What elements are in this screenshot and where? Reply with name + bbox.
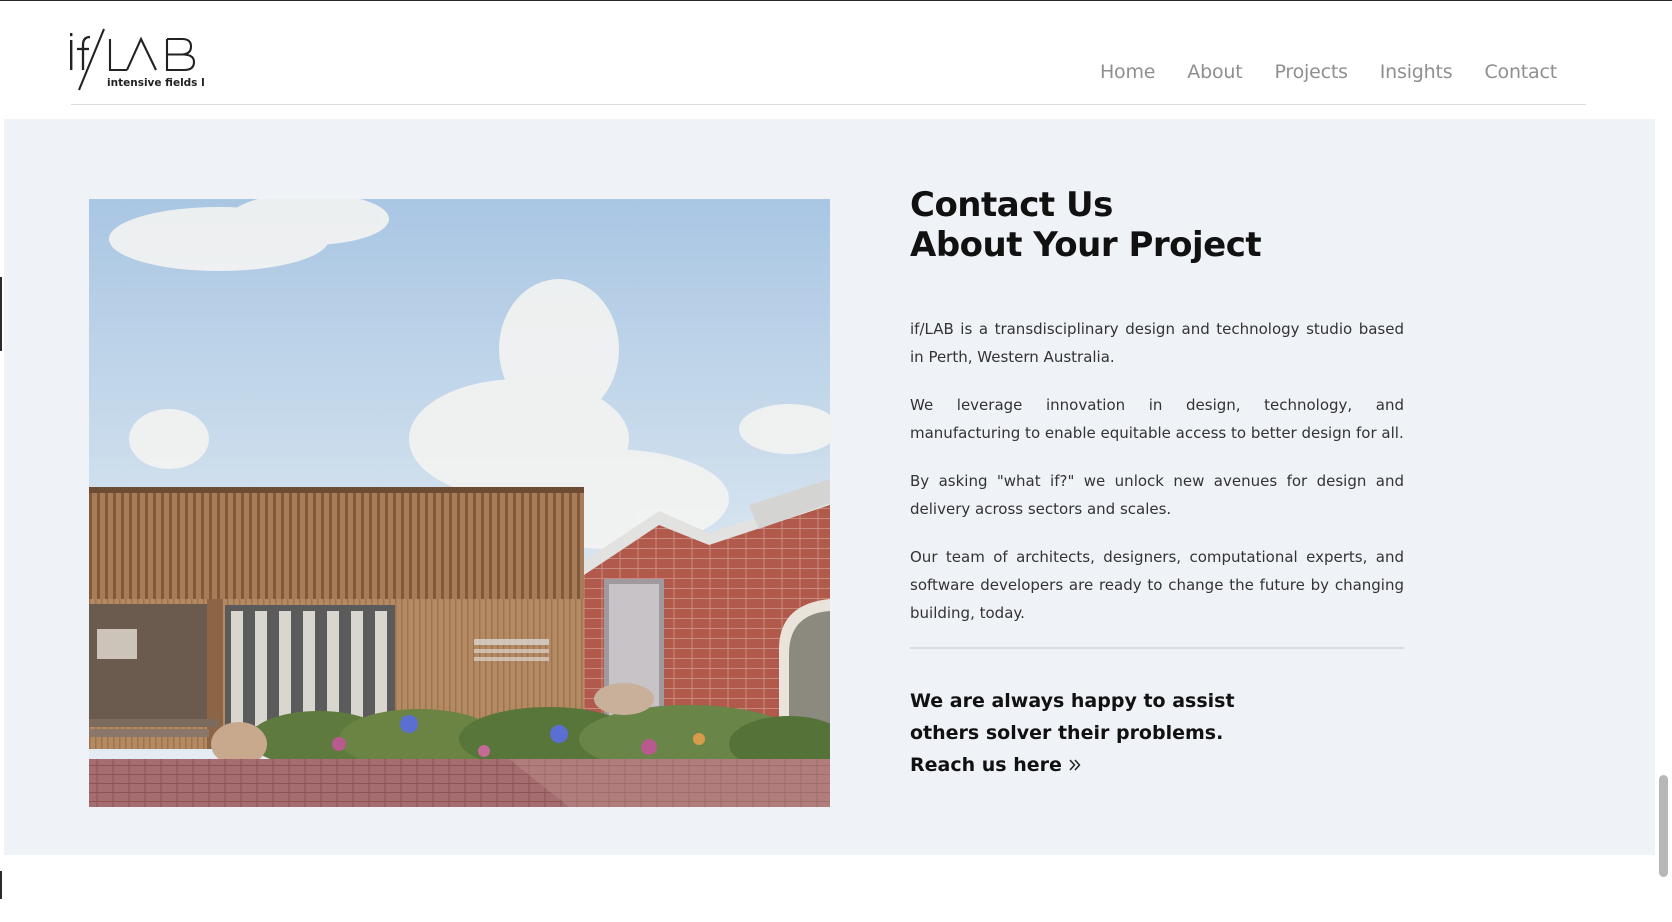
paragraph-innovation: We leverage innovation in design, techno… — [910, 396, 1404, 442]
contact-section: Contact Us About Your Project if/LAB is … — [4, 119, 1655, 855]
nav-about[interactable]: About — [1187, 59, 1242, 85]
building-render-image — [89, 199, 830, 807]
contact-heading: Contact Us About Your Project — [910, 185, 1404, 265]
paragraph-intro: if/LAB is a transdisciplinary design and… — [910, 320, 1404, 366]
cta-line-1: We are always happy to assist — [910, 690, 1235, 712]
window-left-edge — [0, 1, 3, 922]
header-divider — [71, 104, 1586, 105]
nav-projects[interactable]: Projects — [1274, 59, 1348, 85]
nav-insights[interactable]: Insights — [1380, 59, 1453, 85]
logo-mark: intensive fields lab — [70, 28, 220, 91]
nav-contact[interactable]: Contact — [1484, 59, 1557, 85]
cta-line-2: others solver their problems. — [910, 722, 1224, 744]
contact-cta: We are always happy to assist others sol… — [910, 685, 1404, 783]
heading-line-1: Contact Us — [910, 185, 1113, 225]
building-illustration — [89, 199, 830, 807]
browser-viewport: intensive fields lab Home About Projects… — [0, 0, 1672, 922]
logo-tagline: intensive fields lab — [107, 77, 205, 89]
reach-us-link[interactable]: Reach us here — [910, 749, 1082, 783]
nav-home[interactable]: Home — [1100, 59, 1156, 85]
paragraph-what-if: By asking "what if?" we unlock new avenu… — [910, 472, 1404, 518]
studio-description: if/LAB is a transdisciplinary design and… — [910, 315, 1404, 627]
site-header: intensive fields lab Home About Projects… — [0, 1, 1655, 119]
heading-line-2: About Your Project — [910, 225, 1262, 265]
paragraph-team: Our team of architects, designers, compu… — [910, 548, 1404, 622]
main-nav: Home About Projects Insights Contact — [1068, 59, 1557, 85]
brand-logo[interactable]: intensive fields lab — [70, 27, 220, 93]
content-divider — [910, 647, 1404, 649]
double-chevron-right-icon — [1068, 751, 1082, 783]
scrollbar-thumb[interactable] — [1659, 775, 1668, 877]
reach-us-label: Reach us here — [910, 754, 1062, 776]
contact-content: Contact Us About Your Project if/LAB is … — [910, 185, 1404, 783]
page-scrollbar[interactable] — [1655, 1, 1672, 922]
